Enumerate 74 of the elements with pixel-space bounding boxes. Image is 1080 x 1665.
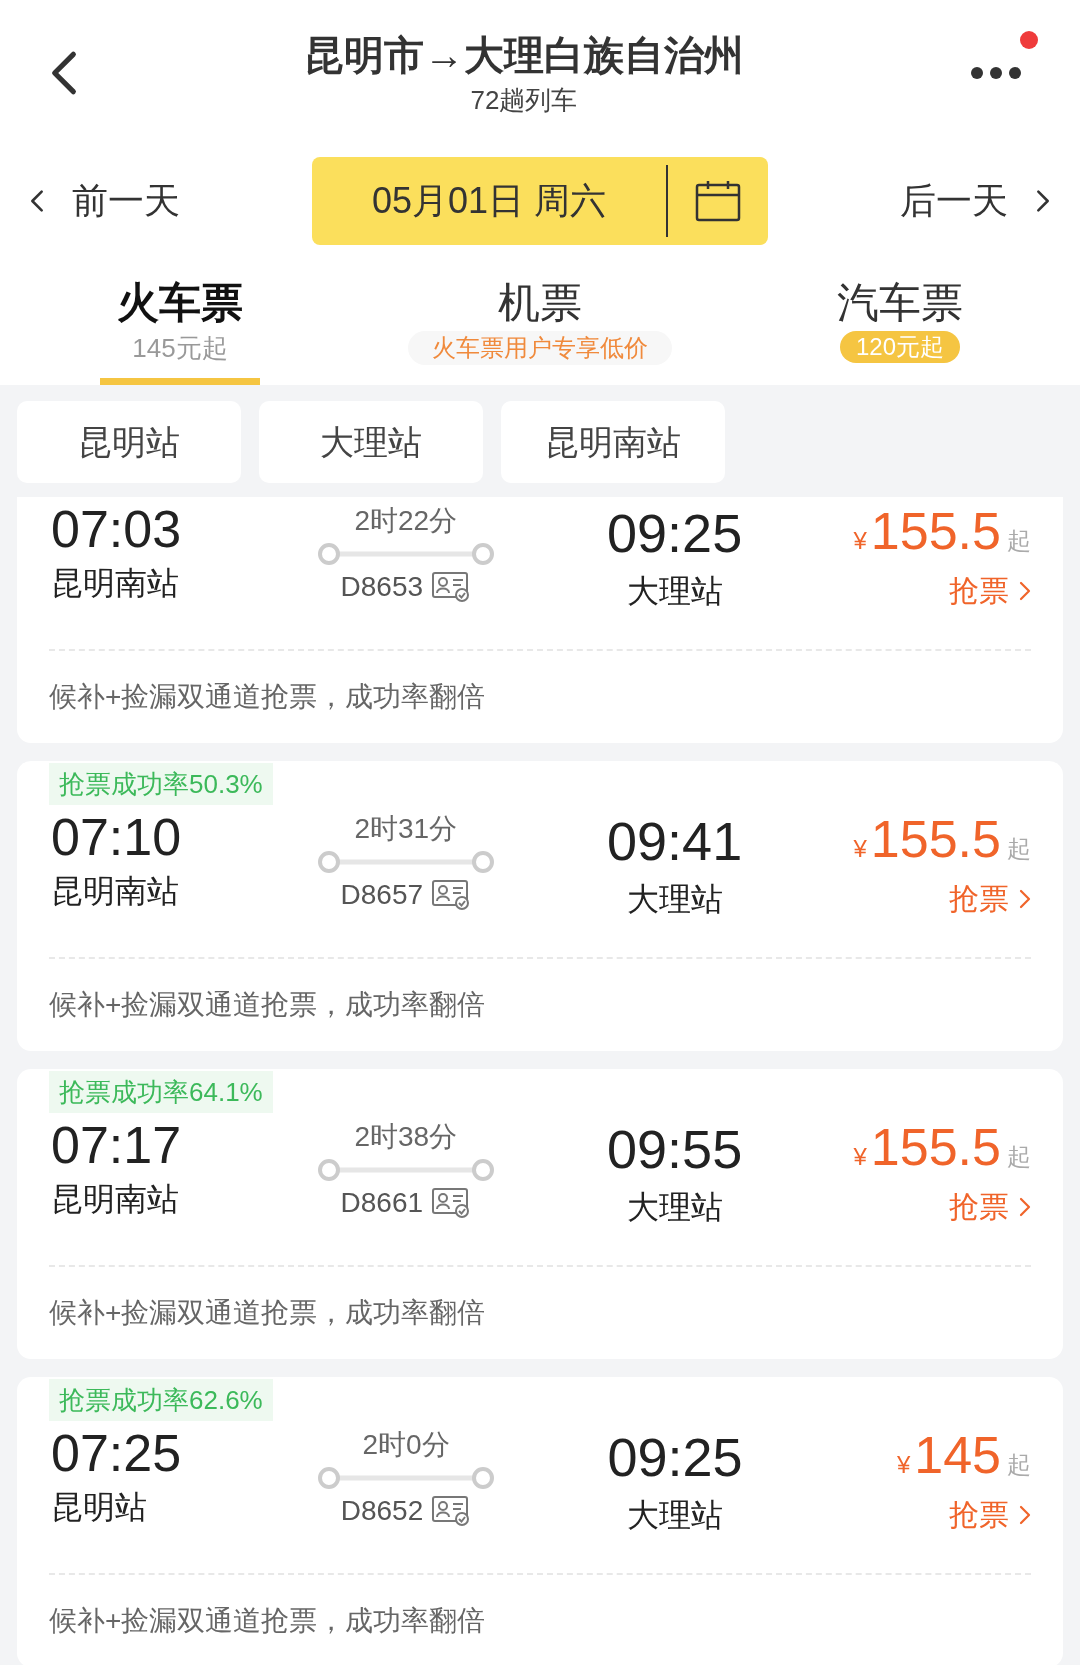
arrival-time: 09:55 <box>607 1118 743 1181</box>
departure-time: 07:17 <box>51 1115 183 1176</box>
train-card[interactable]: 抢票成功率64.1% 07:17 昆明南站 2时38分 D8661 09:55 大理站 ¥155.5 起 抢票 候补+捡漏双通道抢票，成功率翻倍 <box>17 1069 1063 1359</box>
id-card-icon <box>431 570 472 604</box>
departure-station: 昆明南站 <box>51 872 180 911</box>
price: 155.5 <box>870 1117 1001 1178</box>
price: 145 <box>914 1425 1001 1486</box>
duration: 2时22分 <box>354 504 458 538</box>
train-card[interactable]: 抢票成功率62.6% 07:25 昆明站 2时0分 D8652 09:25 大理站 ¥145 起 抢票 候补+捡漏双通道抢票，成功率翻倍 <box>17 1377 1063 1665</box>
arrival-time: 09:41 <box>607 810 743 873</box>
ticket-grab-note: 候补+捡漏双通道抢票，成功率翻倍 <box>49 1604 486 1638</box>
train-card[interactable]: 07:03 昆明南站 2时22分 D8653 09:25 大理站 ¥155.5 起 抢票 候补+捡漏双通道抢票，成功率翻倍 <box>17 497 1063 743</box>
chevron-right-icon <box>1036 189 1050 213</box>
departure-time: 07:25 <box>51 1423 183 1484</box>
ticket-type-tab[interactable]: 汽车票 120元起 <box>720 275 1080 385</box>
departure-station: 昆明南站 <box>51 1180 180 1219</box>
currency-symbol: ¥ <box>896 1450 911 1480</box>
station-filter-chip[interactable]: 昆明站 <box>17 401 241 483</box>
ticket-grab-note: 候补+捡漏双通道抢票，成功率翻倍 <box>49 988 486 1022</box>
success-rate-tag: 抢票成功率62.6% <box>49 1379 273 1421</box>
currency-symbol: ¥ <box>853 1142 867 1172</box>
arrival-station: 大理站 <box>626 880 723 919</box>
chevron-right-icon <box>1019 889 1031 909</box>
price-suffix: 起 <box>1007 526 1031 556</box>
departure-station: 昆明南站 <box>51 564 180 603</box>
departure-station: 昆明站 <box>51 1488 148 1527</box>
station-filter-chip[interactable]: 昆明南站 <box>501 401 725 483</box>
price-suffix: 起 <box>1007 834 1031 864</box>
currency-symbol: ¥ <box>853 526 867 556</box>
price: 155.5 <box>870 809 1001 870</box>
tab-note: 145元起 <box>132 332 228 365</box>
next-day-button[interactable]: 后一天 <box>800 174 1050 228</box>
success-rate-tag: 抢票成功率50.3% <box>49 763 273 805</box>
price-suffix: 起 <box>1007 1450 1031 1480</box>
chevron-right-icon <box>1019 1505 1031 1525</box>
success-rate-tag: 抢票成功率64.1% <box>49 1071 273 1113</box>
arrival-station: 大理站 <box>627 1496 723 1535</box>
duration: 2时31分 <box>354 812 458 846</box>
date-picker[interactable]: 05月01日 周六 <box>312 157 768 245</box>
id-card-icon <box>431 1186 472 1220</box>
id-card-icon <box>431 878 472 912</box>
price-suffix: 起 <box>1007 1142 1031 1172</box>
arrival-time: 09:25 <box>607 1426 743 1489</box>
price-badge: 120元起 <box>839 331 960 363</box>
currency-symbol: ¥ <box>853 834 867 864</box>
price: 155.5 <box>870 501 1001 562</box>
station-filter-chip[interactable]: 大理站 <box>259 401 483 483</box>
promo-badge: 火车票用户专享低价 <box>408 331 672 365</box>
ticket-grab-note: 候补+捡漏双通道抢票，成功率翻倍 <box>49 1296 486 1330</box>
departure-time: 07:03 <box>51 499 183 560</box>
date-text: 05月01日 周六 <box>370 179 608 223</box>
arrival-station: 大理站 <box>626 1188 723 1227</box>
ticket-type-tab[interactable]: 火车票 145元起 <box>0 275 360 385</box>
chevron-right-icon <box>1019 581 1031 601</box>
train-number: D8652 <box>340 1494 424 1528</box>
chevron-right-icon <box>1019 1197 1031 1217</box>
train-number: D8661 <box>340 1186 424 1220</box>
chevron-left-icon <box>30 189 44 213</box>
route-title: 昆明市→大理白族自治州 <box>304 31 744 79</box>
departure-time: 07:10 <box>51 807 183 868</box>
id-card-icon <box>431 1494 472 1528</box>
train-number: D8657 <box>340 878 424 912</box>
duration: 2时38分 <box>354 1120 458 1154</box>
train-count: 72趟列车 <box>470 83 578 117</box>
train-card[interactable]: 抢票成功率50.3% 07:10 昆明南站 2时31分 D8657 09:41 大理站 ¥155.5 起 抢票 候补+捡漏双通道抢票，成功率翻倍 <box>17 761 1063 1051</box>
arrival-time: 09:25 <box>607 502 743 565</box>
ticket-grab-note: 候补+捡漏双通道抢票，成功率翻倍 <box>49 680 486 714</box>
more-icon[interactable] <box>970 65 1022 80</box>
train-number: D8653 <box>340 570 424 604</box>
previous-day-button[interactable]: 前一天 <box>30 174 280 228</box>
arrival-station: 大理站 <box>626 572 723 611</box>
ticket-type-tab[interactable]: 机票 火车票用户专享低价 <box>360 275 720 385</box>
duration: 2时0分 <box>362 1428 450 1462</box>
calendar-icon <box>694 179 742 223</box>
